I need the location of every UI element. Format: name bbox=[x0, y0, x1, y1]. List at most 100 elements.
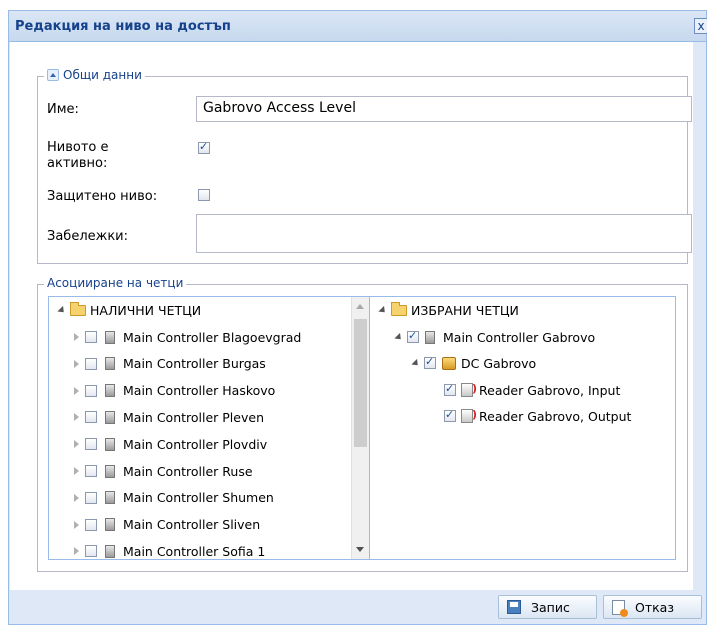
expand-arrow-icon[interactable] bbox=[378, 305, 388, 315]
dc-icon bbox=[442, 356, 456, 370]
expand-arrow-icon[interactable] bbox=[74, 386, 79, 395]
reader-input-node[interactable]: Reader Gabrovo, Input bbox=[444, 379, 620, 401]
expand-arrow-icon[interactable] bbox=[74, 520, 79, 529]
controller-icon bbox=[105, 437, 115, 451]
available-controller-node[interactable]: Main Controller Sofia 1 bbox=[74, 540, 266, 559]
controller-label: Main Controller Haskovo bbox=[123, 383, 276, 399]
general-data-title: Общи данни bbox=[63, 68, 142, 82]
dc-checkbox[interactable] bbox=[424, 355, 436, 369]
available-controller-node[interactable]: Main Controller Pleven bbox=[74, 406, 264, 428]
expand-arrow-icon[interactable] bbox=[74, 440, 79, 449]
selected-controller-node[interactable]: Main Controller Gabrovo bbox=[394, 326, 595, 348]
controller-checkbox[interactable] bbox=[85, 384, 97, 397]
controller-checkbox[interactable] bbox=[85, 438, 97, 451]
dialog-titlebar[interactable]: Редакция на ниво на достъп x bbox=[9, 11, 707, 42]
general-data-fieldset: Общи данни Име: Gabrovo Access Level Нив… bbox=[37, 68, 692, 264]
expand-arrow-icon[interactable] bbox=[394, 332, 404, 342]
available-readers-tree[interactable]: НАЛИЧНИ ЧЕТЦИ Main Controller Blagoevgra… bbox=[48, 296, 370, 560]
reader-input-label: Reader Gabrovo, Input bbox=[479, 382, 621, 398]
expand-arrow-icon[interactable] bbox=[74, 467, 79, 475]
collapse-icon[interactable] bbox=[47, 69, 59, 81]
controller-icon bbox=[425, 330, 435, 344]
dc-node[interactable]: DC Gabrovo bbox=[411, 352, 537, 374]
controller-icon bbox=[105, 544, 115, 558]
expand-arrow-icon[interactable] bbox=[74, 547, 79, 556]
controller-checkbox[interactable] bbox=[85, 465, 97, 477]
reader-input-checkbox[interactable] bbox=[444, 382, 456, 396]
controller-icon bbox=[105, 357, 115, 371]
controller-icon bbox=[105, 410, 115, 424]
reader-output-node[interactable]: Reader Gabrovo, Output bbox=[444, 405, 631, 427]
available-controller-node[interactable]: Main Controller Shumen bbox=[74, 487, 274, 509]
dialog-body: Общи данни Име: Gabrovo Access Level Нив… bbox=[10, 42, 693, 590]
available-controller-node[interactable]: Main Controller Sliven bbox=[74, 514, 260, 536]
readers-legend: Асоцииране на четци bbox=[44, 276, 187, 290]
readers-title: Асоцииране на четци bbox=[47, 276, 184, 290]
expand-arrow-icon[interactable] bbox=[74, 493, 79, 502]
controller-checkbox[interactable] bbox=[85, 331, 97, 343]
reader-output-checkbox[interactable] bbox=[444, 408, 456, 422]
name-input[interactable]: Gabrovo Access Level bbox=[196, 96, 692, 122]
folder-icon bbox=[391, 301, 407, 316]
protected-checkbox[interactable] bbox=[198, 189, 210, 201]
name-label: Име: bbox=[47, 102, 79, 117]
close-button[interactable]: x bbox=[694, 18, 707, 34]
controller-label: Main Controller Burgas bbox=[123, 356, 266, 372]
selected-root-label: ИЗБРАНИ ЧЕТЦИ bbox=[411, 302, 519, 318]
reader-icon bbox=[461, 408, 477, 423]
access-level-dialog: Редакция на ниво на достъп x Общи данни … bbox=[8, 10, 707, 625]
controller-label: Main Controller Pleven bbox=[123, 409, 264, 425]
expand-arrow-icon[interactable] bbox=[57, 305, 67, 315]
save-label: Запис bbox=[531, 599, 570, 615]
controller-checkbox[interactable] bbox=[85, 518, 97, 531]
cancel-button[interactable]: Отказ bbox=[603, 595, 702, 619]
controller-label: Main Controller Plovdiv bbox=[123, 436, 268, 452]
controller-label: Main Controller Sliven bbox=[123, 517, 261, 533]
controller-label: Main Controller Blagoevgrad bbox=[123, 329, 302, 345]
notes-label: Забележки: bbox=[47, 229, 129, 244]
controller-checkbox[interactable] bbox=[85, 491, 97, 504]
available-controller-node[interactable]: Main Controller Ruse bbox=[74, 460, 253, 482]
controller-checkbox[interactable] bbox=[85, 545, 97, 558]
controller-icon bbox=[105, 384, 115, 398]
controller-label: Main Controller Ruse bbox=[123, 463, 253, 479]
controller-label: Main Controller Shumen bbox=[123, 490, 274, 506]
controller-checkbox[interactable] bbox=[85, 357, 97, 370]
scroll-up-icon[interactable] bbox=[356, 304, 364, 309]
available-controller-node[interactable]: Main Controller Plovdiv bbox=[74, 433, 267, 455]
selected-root-node[interactable]: ИЗБРАНИ ЧЕТЦИ bbox=[378, 299, 519, 321]
reader-icon bbox=[461, 382, 477, 397]
available-scrollbar[interactable] bbox=[351, 297, 369, 559]
scroll-down-icon[interactable] bbox=[356, 547, 364, 552]
active-label: Нивото е активно: bbox=[47, 140, 109, 171]
controller-checkbox[interactable] bbox=[407, 329, 419, 343]
dc-label: DC Gabrovo bbox=[461, 355, 537, 371]
expand-arrow-icon[interactable] bbox=[74, 359, 79, 368]
controller-icon bbox=[105, 330, 115, 344]
controller-icon bbox=[105, 518, 115, 532]
cancel-icon bbox=[612, 599, 628, 617]
scroll-thumb[interactable] bbox=[354, 319, 367, 447]
general-data-legend[interactable]: Общи данни bbox=[44, 68, 145, 82]
cancel-label: Отказ bbox=[635, 599, 674, 615]
available-root-label: НАЛИЧНИ ЧЕТЦИ bbox=[90, 302, 202, 318]
controller-label: Main Controller Sofia 1 bbox=[123, 543, 266, 559]
selected-readers-tree[interactable]: ИЗБРАНИ ЧЕТЦИ Main Controller Gabrovo DC… bbox=[369, 296, 676, 560]
available-controller-node[interactable]: Main Controller Burgas bbox=[74, 353, 266, 375]
controller-checkbox[interactable] bbox=[85, 411, 97, 424]
save-button[interactable]: Запис bbox=[498, 595, 597, 619]
controller-icon bbox=[105, 491, 115, 505]
available-controller-node[interactable]: Main Controller Haskovo bbox=[74, 380, 275, 402]
notes-textarea[interactable] bbox=[196, 214, 692, 253]
folder-icon bbox=[70, 301, 86, 316]
active-checkbox[interactable] bbox=[198, 140, 210, 154]
available-root-node[interactable]: НАЛИЧНИ ЧЕТЦИ bbox=[57, 299, 202, 321]
expand-arrow-icon[interactable] bbox=[74, 333, 79, 341]
expand-arrow-icon[interactable] bbox=[74, 413, 79, 422]
dialog-title: Редакция на ниво на достъп bbox=[15, 19, 231, 34]
available-controller-node[interactable]: Main Controller Blagoevgrad bbox=[74, 326, 301, 348]
save-icon bbox=[507, 600, 521, 614]
reader-output-label: Reader Gabrovo, Output bbox=[479, 408, 632, 424]
expand-arrow-icon[interactable] bbox=[411, 358, 421, 368]
readers-fieldset: Асоцииране на четци НАЛИЧНИ ЧЕТЦИ Main C… bbox=[37, 276, 688, 572]
